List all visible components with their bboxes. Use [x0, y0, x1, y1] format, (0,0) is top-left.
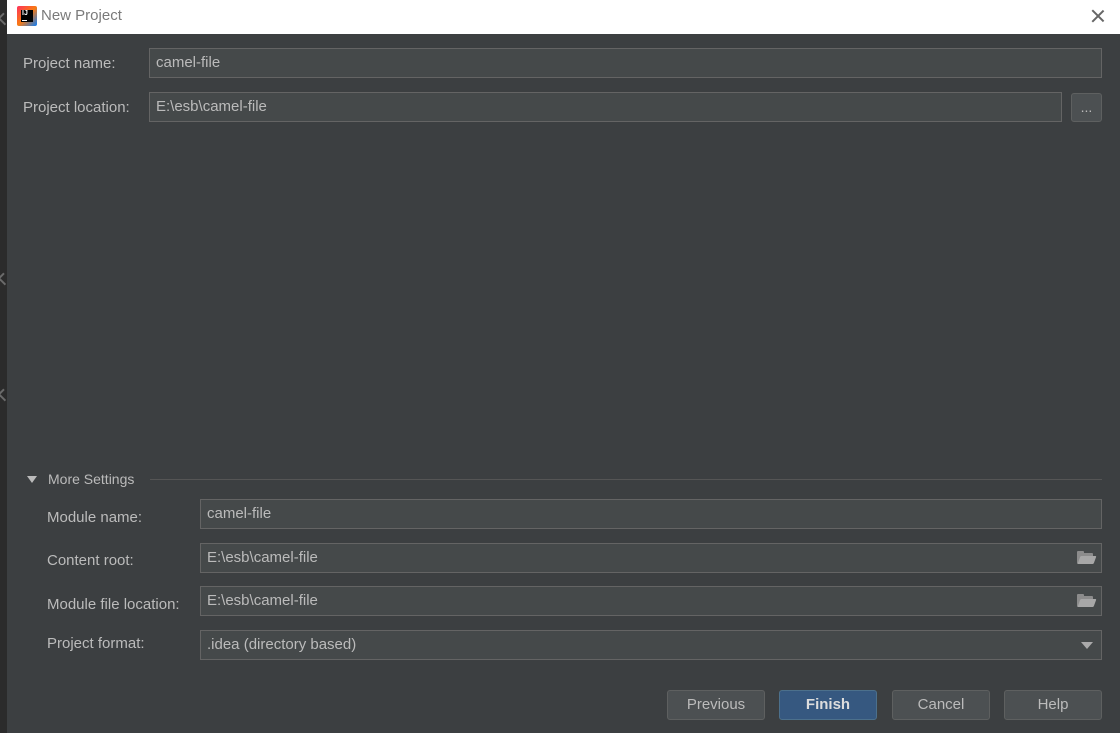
content-root-value: E:\esb\camel-file — [207, 549, 318, 566]
chevron-down-icon[interactable] — [1081, 642, 1093, 649]
project-format-value: .idea (directory based) — [207, 636, 357, 653]
project-format-label: Project format: — [47, 635, 145, 652]
project-name-label: Project name: — [23, 55, 116, 72]
module-file-location-value: E:\esb\camel-file — [207, 592, 318, 609]
folder-icon[interactable] — [1077, 594, 1097, 607]
intellij-idea-icon: IJ — [17, 6, 37, 26]
collapse-triangle-icon[interactable] — [27, 476, 37, 483]
module-file-location-input[interactable]: E:\esb\camel-file — [200, 586, 1102, 616]
title-bar: IJ New Project — [7, 0, 1120, 34]
folder-icon[interactable] — [1077, 551, 1097, 564]
browse-location-button[interactable]: ... — [1071, 93, 1102, 122]
content-root-label: Content root: — [47, 552, 134, 569]
new-project-dialog: IJ New Project Project name: camel-file … — [0, 0, 1120, 733]
project-location-label: Project location: — [23, 99, 130, 116]
module-name-input[interactable]: camel-file — [200, 499, 1102, 529]
project-name-input[interactable]: camel-file — [149, 48, 1102, 78]
cancel-button[interactable]: Cancel — [892, 690, 990, 720]
module-file-location-label: Module file location: — [47, 596, 180, 613]
project-format-select[interactable]: .idea (directory based) — [200, 630, 1102, 660]
content-root-input[interactable]: E:\esb\camel-file — [200, 543, 1102, 573]
section-separator — [150, 479, 1102, 480]
module-name-label: Module name: — [47, 509, 143, 526]
project-location-input[interactable]: E:\esb\camel-file — [149, 92, 1062, 122]
close-icon[interactable] — [1088, 6, 1108, 26]
previous-button[interactable]: Previous — [667, 690, 765, 720]
more-settings-toggle[interactable]: More Settings — [48, 471, 134, 487]
background-window-edge — [0, 0, 11, 733]
window-title: New Project — [41, 7, 122, 24]
finish-button[interactable]: Finish — [779, 690, 877, 720]
edge-chevron-icon — [0, 272, 11, 286]
edge-chevron-icon — [0, 388, 11, 402]
help-button[interactable]: Help — [1004, 690, 1102, 720]
